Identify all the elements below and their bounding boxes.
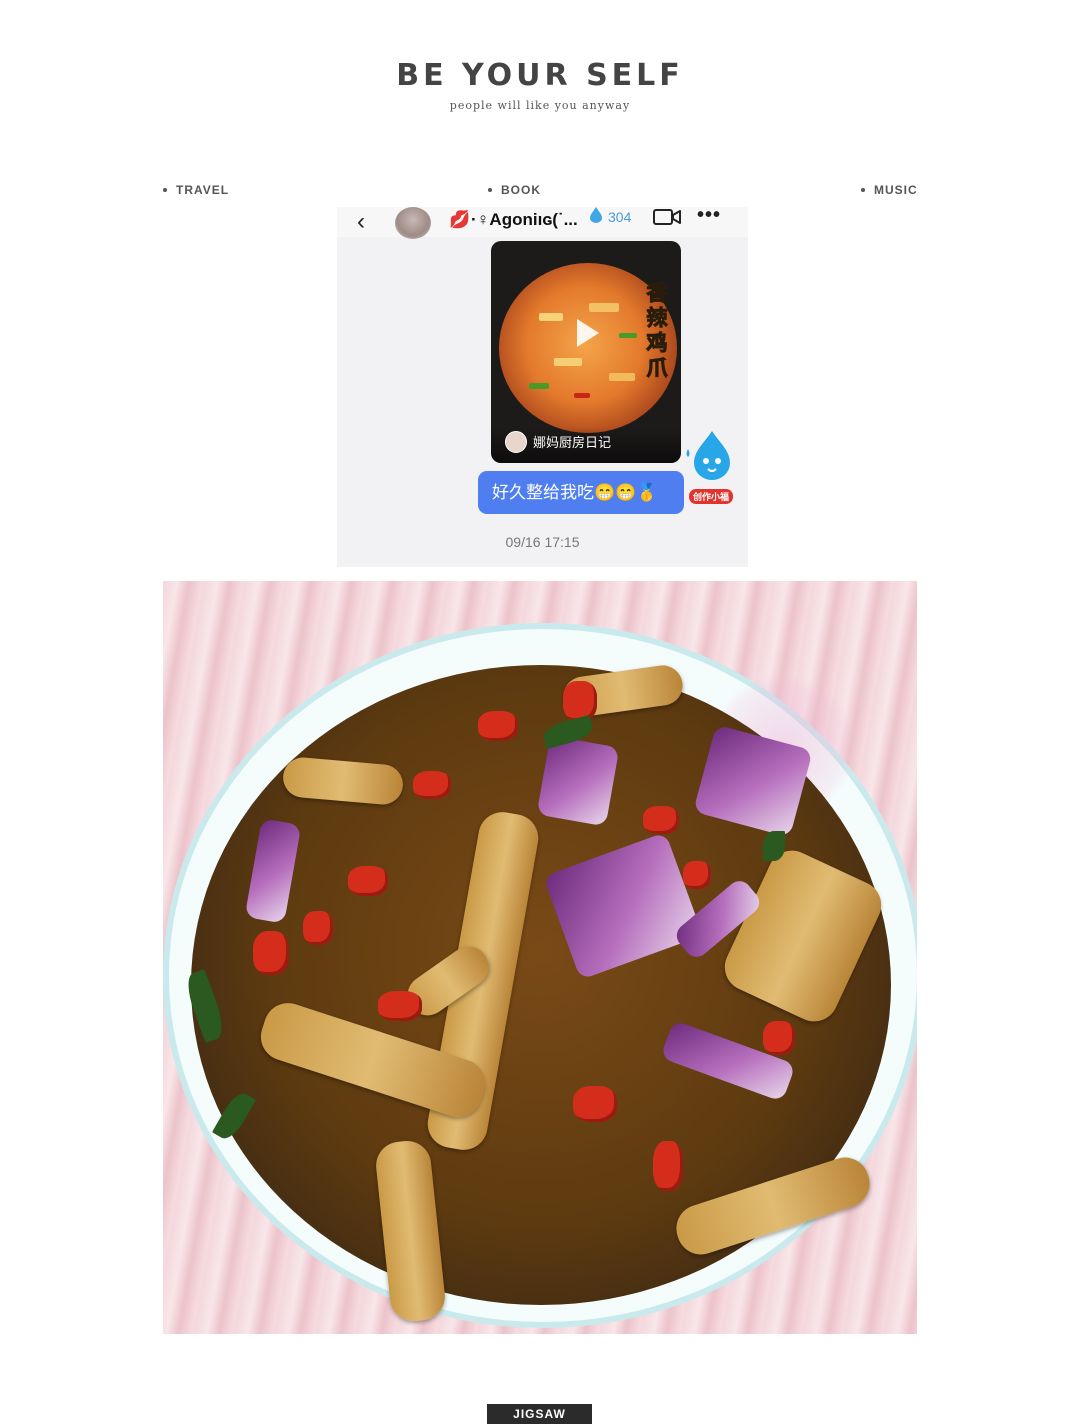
- more-options-icon[interactable]: •••: [697, 207, 721, 227]
- author-avatar: [505, 431, 527, 453]
- chat-screenshot: ‹ 💋 ·♀Agoniıɢ(˙... 304 ••• 香辣鸡爪 娜妈厨房日记 创…: [337, 207, 748, 567]
- lips-icon: 💋: [449, 210, 471, 229]
- chat-header: ‹ 💋 ·♀Agoniıɢ(˙... 304 •••: [337, 207, 748, 239]
- chili-pepper: [573, 1086, 617, 1122]
- back-chevron-icon[interactable]: ‹: [357, 210, 365, 234]
- bullet-icon: [861, 187, 865, 192]
- footer-badge: JIGSAW: [487, 1404, 592, 1424]
- bullet-icon: [163, 187, 167, 192]
- nav-item-travel[interactable]: TRAVEL: [163, 183, 229, 197]
- bullet-icon: [488, 187, 492, 192]
- chili-pepper: [478, 711, 518, 741]
- contact-name[interactable]: ·♀Agoniıɢ(˙...: [471, 210, 578, 230]
- play-icon[interactable]: [577, 319, 599, 347]
- chili-pepper: [348, 866, 388, 896]
- eggplant-piece: [536, 735, 620, 827]
- chili-pepper: [763, 1021, 795, 1055]
- herb-leaf: [763, 831, 785, 861]
- water-drop-icon: [590, 207, 602, 223]
- chili-pepper: [378, 991, 422, 1021]
- chili-pepper: [563, 681, 597, 721]
- nav-label: MUSIC: [874, 183, 918, 197]
- page-title: BE YOUR SELF: [396, 58, 684, 93]
- video-author: 娜妈厨房日记: [533, 435, 612, 450]
- nav-item-book[interactable]: BOOK: [488, 183, 541, 197]
- video-call-icon[interactable]: [653, 208, 681, 226]
- chili-pepper: [653, 1141, 683, 1191]
- chili-pepper: [413, 771, 451, 799]
- mascot-badge: 创作小福: [689, 489, 734, 504]
- video-caption: 香辣鸡爪: [646, 282, 668, 381]
- food-photo: [163, 581, 917, 1334]
- water-drop-mascot-icon: [686, 431, 730, 480]
- nav-label: BOOK: [501, 183, 541, 197]
- fire-count: 304: [608, 209, 632, 225]
- video-author-bar: 娜妈厨房日记: [491, 427, 681, 463]
- chili-pepper: [643, 806, 679, 834]
- nav-item-music[interactable]: MUSIC: [861, 183, 918, 197]
- chili-pepper: [683, 861, 711, 889]
- page-subtitle: people will like you anyway: [449, 99, 631, 112]
- message-bubble[interactable]: 好久整给我吃😁😁🥇: [478, 471, 684, 514]
- chili-pepper: [253, 931, 289, 975]
- chili-pepper: [303, 911, 333, 945]
- video-share-card[interactable]: 香辣鸡爪 娜妈厨房日记: [491, 241, 681, 463]
- avatar[interactable]: [395, 207, 431, 239]
- message-timestamp: 09/16 17:15: [505, 534, 580, 550]
- nav-label: TRAVEL: [176, 183, 230, 197]
